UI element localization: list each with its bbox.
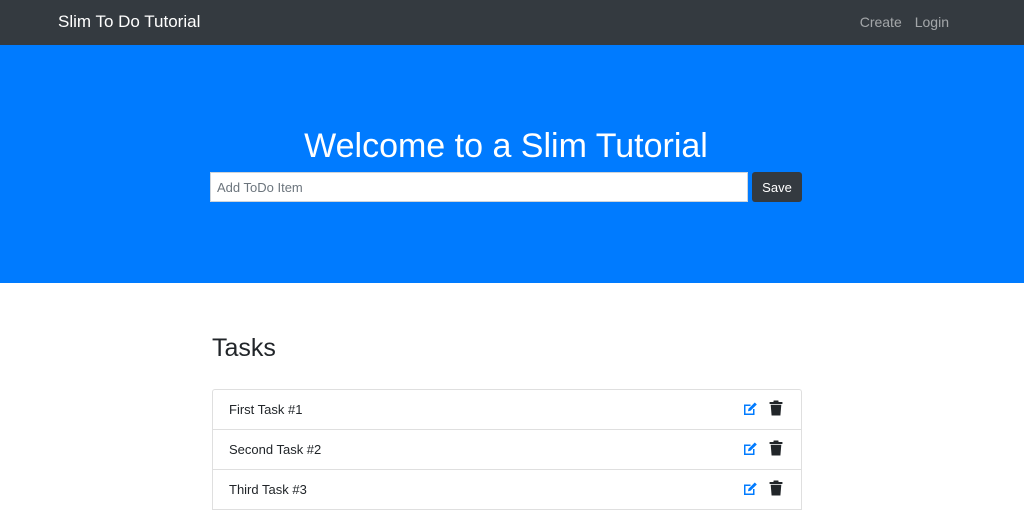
edit-icon[interactable]	[742, 481, 758, 497]
task-item: Third Task #3	[213, 470, 801, 510]
task-list: First Task #1 Second Task #2 Third Task …	[212, 389, 802, 510]
trash-icon[interactable]	[769, 480, 783, 496]
navbar: Slim To Do Tutorial Create Login	[0, 0, 1024, 45]
task-label: Third Task #3	[229, 482, 307, 497]
nav-link-login[interactable]: Login	[915, 14, 949, 30]
nav-links: Create Login	[860, 14, 949, 30]
task-label: Second Task #2	[229, 442, 322, 457]
task-label: First Task #1	[229, 402, 303, 417]
todo-item-input[interactable]	[210, 172, 748, 202]
nav-link-create[interactable]: Create	[860, 14, 902, 30]
trash-icon[interactable]	[769, 440, 783, 456]
hero-banner: Welcome to a Slim Tutorial Save	[0, 45, 1024, 283]
task-item: Second Task #2	[213, 430, 801, 470]
save-button[interactable]: Save	[752, 172, 802, 202]
task-item: First Task #1	[213, 390, 801, 430]
edit-icon[interactable]	[742, 441, 758, 457]
hero-title: Welcome to a Slim Tutorial	[304, 127, 708, 165]
trash-icon[interactable]	[769, 400, 783, 416]
brand-link[interactable]: Slim To Do Tutorial	[58, 12, 200, 32]
tasks-heading: Tasks	[212, 334, 276, 362]
edit-icon[interactable]	[742, 401, 758, 417]
